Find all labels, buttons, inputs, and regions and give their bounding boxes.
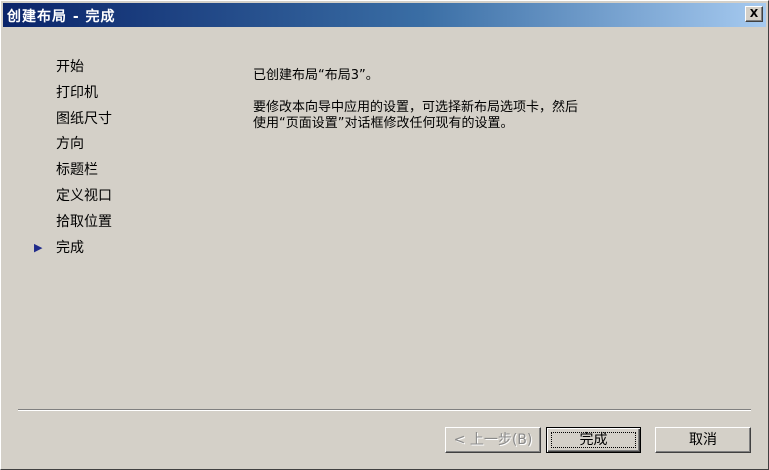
step-label: 图纸尺寸 <box>56 110 112 127</box>
wizard-steps-list: 开始 打印机 图纸尺寸 方向 标题栏 定义视口 拾取位置 ▶ 完成 <box>31 56 191 262</box>
layout-created-message: 已创建布局“布局3”。 <box>253 68 379 83</box>
step-label: 定义视口 <box>56 187 112 204</box>
step-label: 开始 <box>56 59 84 75</box>
window-title: 创建布局 - 完成 <box>7 9 116 25</box>
step-item-orientation: 方向 <box>31 133 191 159</box>
step-item-start: 开始 <box>31 56 191 82</box>
step-item-pick-location: 拾取位置 <box>31 211 191 237</box>
step-label: 方向 <box>56 136 84 153</box>
create-layout-dialog: 创建布局 - 完成 X 开始 打印机 图纸尺寸 方向 标题栏 定义视口 拾取位置… <box>0 0 769 470</box>
back-button[interactable]: < 上一步(B) <box>445 427 541 453</box>
instructions-text: 要修改本向导中应用的设置，可选择新布局选项卡，然后使用“页面设置”对话框修改任何… <box>253 100 579 131</box>
step-item-finish: ▶ 完成 <box>31 237 191 263</box>
step-item-define-viewports: 定义视口 <box>31 185 191 211</box>
title-bar[interactable]: 创建布局 - 完成 X <box>3 3 766 27</box>
current-step-arrow-icon: ▶ <box>34 240 43 254</box>
separator-line <box>18 409 751 411</box>
step-label: 拾取位置 <box>56 213 112 230</box>
finish-button[interactable]: 完成 <box>546 427 641 453</box>
cancel-button[interactable]: 取消 <box>655 427 751 453</box>
step-label: 打印机 <box>56 84 98 101</box>
step-item-title-block: 标题栏 <box>31 159 191 185</box>
step-item-printer: 打印机 <box>31 82 191 108</box>
close-icon[interactable]: X <box>745 6 763 22</box>
step-label: 标题栏 <box>56 162 98 179</box>
step-label: 完成 <box>56 239 84 256</box>
finish-button-label: 完成 <box>579 432 608 448</box>
finish-page-content: 已创建布局“布局3”。 要修改本向导中应用的设置，可选择新布局选项卡，然后使用“… <box>253 67 613 132</box>
step-item-paper-size: 图纸尺寸 <box>31 108 191 134</box>
